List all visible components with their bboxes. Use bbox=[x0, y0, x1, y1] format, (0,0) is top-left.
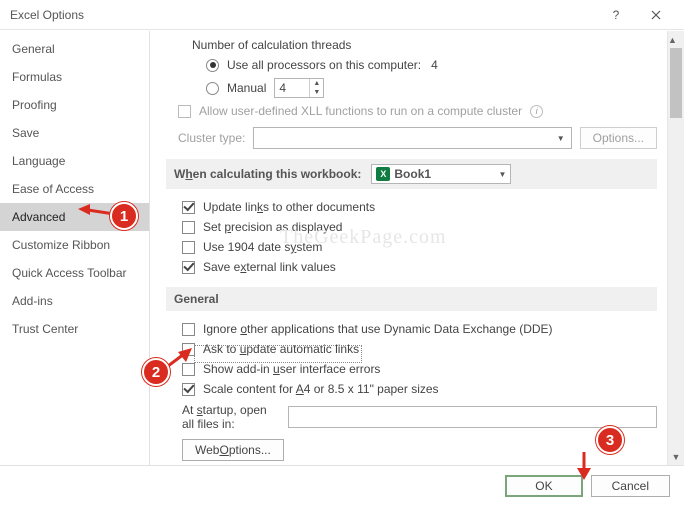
sidebar-item-ease-of-access[interactable]: Ease of Access bbox=[0, 175, 149, 203]
checkbox-scale-a4[interactable]: Scale content for A4 or 8.5 x 11" paper … bbox=[170, 379, 657, 399]
scroll-down-arrow-icon[interactable]: ▼ bbox=[668, 448, 684, 465]
sidebar-item-proofing[interactable]: Proofing bbox=[0, 91, 149, 119]
scroll-thumb[interactable] bbox=[670, 48, 682, 118]
close-button[interactable] bbox=[636, 1, 676, 29]
sidebar-item-label: Customize Ribbon bbox=[12, 238, 110, 252]
sidebar-item-label: Ease of Access bbox=[12, 182, 94, 196]
sidebar-item-quick-access-toolbar[interactable]: Quick Access Toolbar bbox=[0, 259, 149, 287]
cluster-type-dropdown[interactable]: ▼ bbox=[253, 127, 571, 149]
startup-folder-input[interactable] bbox=[288, 406, 657, 428]
sidebar-item-customize-ribbon[interactable]: Customize Ribbon bbox=[0, 231, 149, 259]
startup-open-label: At startup, open all files in: bbox=[182, 403, 282, 432]
checkbox-icon bbox=[178, 105, 191, 118]
ok-button[interactable]: OK bbox=[505, 475, 582, 497]
sidebar-item-label: Proofing bbox=[12, 98, 57, 112]
web-options-button[interactable]: Web Options... bbox=[182, 439, 284, 461]
annotation-badge-3: 3 bbox=[596, 426, 624, 454]
checkbox-ask-update-links[interactable]: Ask to update automatic links bbox=[170, 339, 657, 359]
excel-icon: X bbox=[376, 167, 390, 181]
titlebar: Excel Options ? bbox=[0, 0, 684, 30]
radio-icon bbox=[206, 82, 219, 95]
sidebar-item-language[interactable]: Language bbox=[0, 147, 149, 175]
window-title: Excel Options bbox=[10, 8, 596, 22]
cluster-options-button: Options... bbox=[580, 127, 657, 149]
checkbox-show-addin-errors[interactable]: Show add-in user interface errors bbox=[170, 359, 657, 379]
sidebar-item-formulas[interactable]: Formulas bbox=[0, 63, 149, 91]
checkbox-icon bbox=[182, 261, 195, 274]
checkbox-icon bbox=[182, 221, 195, 234]
cluster-type-label: Cluster type: bbox=[178, 131, 245, 145]
checkbox-save-external-links[interactable]: Save external link values bbox=[170, 257, 657, 277]
sidebar-item-trust-center[interactable]: Trust Center bbox=[0, 315, 149, 343]
checkbox-use-1904[interactable]: Use 1904 date system bbox=[170, 237, 657, 257]
category-sidebar: General Formulas Proofing Save Language … bbox=[0, 31, 150, 465]
sidebar-item-general[interactable]: General bbox=[0, 35, 149, 63]
sidebar-item-label: Quick Access Toolbar bbox=[12, 266, 127, 280]
annotation-badge-1: 1 bbox=[110, 202, 138, 230]
main-panel: Number of calculation threads Use all pr… bbox=[150, 31, 684, 465]
help-button[interactable]: ? bbox=[596, 1, 636, 29]
calc-threads-label: Number of calculation threads bbox=[166, 35, 657, 55]
annotation-arrow-1 bbox=[78, 204, 114, 220]
radio-use-all-processors[interactable]: Use all processors on this computer: 4 bbox=[166, 55, 657, 75]
cancel-button[interactable]: Cancel bbox=[591, 475, 670, 497]
annotation-arrow-2 bbox=[168, 348, 192, 368]
checkbox-icon bbox=[182, 383, 195, 396]
sidebar-item-label: Language bbox=[12, 154, 65, 168]
sidebar-item-save[interactable]: Save bbox=[0, 119, 149, 147]
checkbox-set-precision[interactable]: Set precision as displayed bbox=[170, 217, 657, 237]
checkbox-update-links[interactable]: Update links to other documents bbox=[170, 197, 657, 217]
annotation-badge-2: 2 bbox=[142, 358, 170, 386]
checkbox-allow-cluster: Allow user-defined XLL functions to run … bbox=[166, 101, 657, 121]
sidebar-item-label: Advanced bbox=[12, 210, 65, 224]
checkbox-icon bbox=[182, 241, 195, 254]
radio-manual[interactable]: Manual 4 ▲▼ bbox=[166, 75, 657, 101]
checkbox-icon bbox=[182, 323, 195, 336]
sidebar-item-add-ins[interactable]: Add-ins bbox=[0, 287, 149, 315]
workbook-dropdown[interactable]: X Book1 ▼ bbox=[371, 164, 511, 184]
scroll-up-arrow-icon[interactable]: ▲ bbox=[668, 31, 677, 48]
radio-icon bbox=[206, 59, 219, 72]
checkbox-icon bbox=[182, 201, 195, 214]
sidebar-item-label: Save bbox=[12, 126, 39, 140]
section-general: General bbox=[166, 287, 657, 311]
sidebar-item-label: Trust Center bbox=[12, 322, 78, 336]
info-icon[interactable]: i bbox=[530, 105, 543, 118]
sidebar-item-label: Add-ins bbox=[12, 294, 53, 308]
sidebar-item-label: General bbox=[12, 42, 55, 56]
vertical-scrollbar[interactable]: ▲ ▼ bbox=[667, 31, 684, 465]
manual-threads-spinner[interactable]: 4 ▲▼ bbox=[274, 78, 324, 98]
checkbox-ignore-dde[interactable]: Ignore other applications that use Dynam… bbox=[170, 319, 657, 339]
section-when-calculating: When calculating this workbook: X Book1 … bbox=[166, 159, 657, 189]
annotation-arrow-3 bbox=[574, 452, 594, 480]
sidebar-item-label: Formulas bbox=[12, 70, 62, 84]
